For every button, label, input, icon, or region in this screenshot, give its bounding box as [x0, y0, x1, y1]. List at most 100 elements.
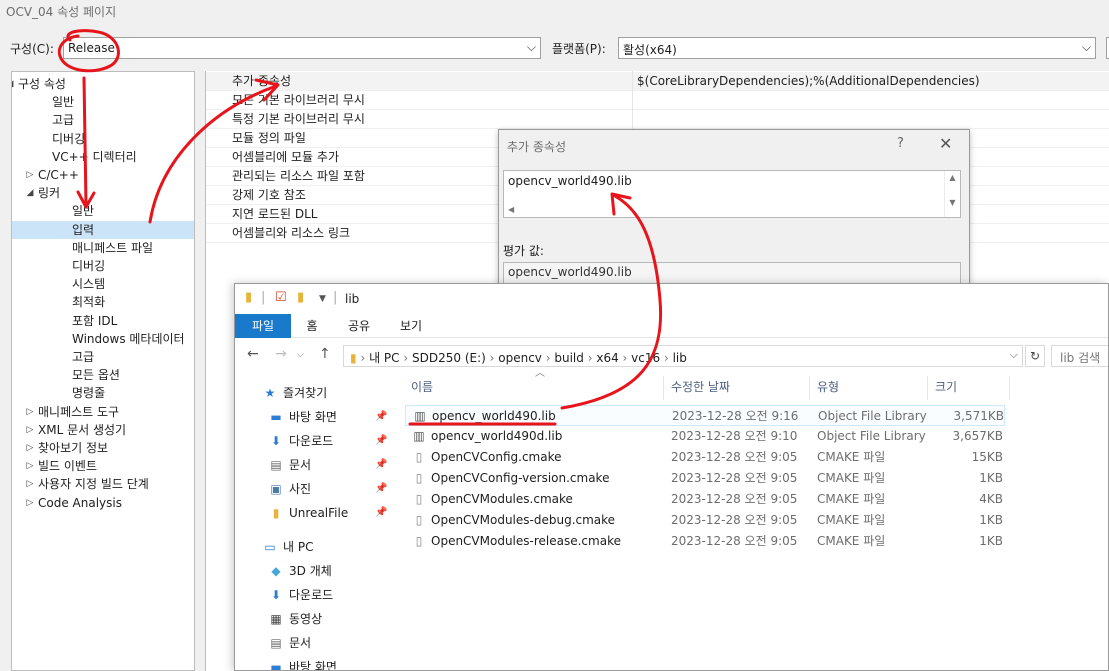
tree-item[interactable]: 매니페스트 파일 [12, 239, 194, 257]
property-row[interactable]: 특정 기본 라이브러리 무시 [206, 110, 1109, 129]
tree-item[interactable]: ▷ 매니페스트 도구 [12, 403, 194, 421]
column-divider[interactable] [663, 376, 664, 400]
collapsed-arrow-icon[interactable]: ▷ [24, 166, 36, 184]
forward-icon[interactable]: → [275, 346, 287, 362]
tree-item[interactable]: 고급 [12, 348, 194, 366]
tree-item[interactable]: 디버깅 [12, 130, 194, 148]
address-bar[interactable]: ▮ › 내 PC › SDD250 (E:) › opencv › build … [343, 345, 1023, 367]
tree-item[interactable]: VC++ 디렉터리 [12, 148, 194, 166]
tree-item[interactable]: ▷ 찾아보기 정보 [12, 439, 194, 457]
file-row[interactable]: ▥ opencv_world490d.lib 2023-12-28 오전 9:10 O… [405, 426, 1005, 447]
breadcrumb-item[interactable]: vc16 [631, 351, 660, 365]
collapsed-arrow-icon[interactable]: ▷ [24, 494, 36, 512]
nav-item[interactable]: ◆ 3D 개체 [267, 560, 331, 582]
nav-item[interactable]: ⬇ 다운로드 [267, 584, 333, 606]
nav-item[interactable]: ▣ 사진 [267, 478, 311, 500]
file-row[interactable]: ▯ OpenCVModules.cmake 2023-12-28 오전 9:05 CM… [405, 489, 1005, 510]
breadcrumb-item[interactable]: opencv [498, 351, 542, 365]
tree-item[interactable]: 모든 옵션 [12, 366, 194, 384]
collapsed-arrow-icon[interactable]: ▷ [24, 439, 36, 457]
ribbon-tab-file[interactable]: 파일 [235, 314, 291, 338]
new-folder-icon[interactable]: ▮ [297, 290, 304, 305]
nav-item[interactable]: ★ 즐겨찾기 [261, 382, 328, 404]
tree-item[interactable]: 디버깅 [12, 257, 194, 275]
nav-item[interactable]: ▤ 문서 [267, 632, 311, 654]
breadcrumb-item[interactable]: x64 [596, 351, 618, 365]
recent-locations-icon[interactable]: ⌵ [297, 350, 304, 360]
tree-item[interactable]: ▷ XML 문서 생성기 [12, 421, 194, 439]
tree-item[interactable]: ▷ 빌드 이벤트 [12, 457, 194, 475]
up-icon[interactable]: ↑ [319, 346, 331, 362]
nav-item[interactable]: ▬ 바탕 화면 [267, 406, 337, 428]
column-divider[interactable] [1009, 376, 1010, 400]
tree-item[interactable]: ▷ Code Analysis [12, 494, 194, 512]
customize-dropdown-icon[interactable]: ▼ [319, 294, 326, 304]
tree-item[interactable]: 입력 [12, 220, 194, 239]
breadcrumb-item[interactable]: build [554, 351, 584, 365]
nav-item[interactable]: ▦ 동영상 [267, 608, 322, 630]
collapsed-arrow-icon[interactable]: ▷ [24, 457, 36, 475]
collapsed-arrow-icon[interactable]: ▷ [24, 403, 36, 421]
pin-icon[interactable]: 📌 [375, 507, 387, 518]
nav-item[interactable]: ▭ 내 PC [261, 536, 313, 558]
config-combo[interactable]: Release ⌵ [63, 37, 541, 59]
nav-item[interactable]: ▬ 바탕 화면 [267, 656, 337, 670]
collapsed-arrow-icon[interactable]: ▷ [24, 421, 36, 439]
tree-item[interactable]: 명령줄 [12, 384, 194, 402]
file-row[interactable]: ▯ OpenCVModules-debug.cmake 2023-12-28 오전 … [405, 510, 1005, 531]
tree-item[interactable]: 일반 [12, 202, 194, 220]
chevron-down-icon[interactable]: ⌵ [1010, 348, 1018, 362]
nav-item[interactable]: ▤ 문서 [267, 454, 311, 476]
file-row[interactable]: ▯ OpenCVModules-release.cmake 2023-12-28 오… [405, 531, 1005, 552]
nav-item[interactable]: ▮ UnrealFile [267, 502, 349, 524]
file-row[interactable]: ▯ OpenCVConfig-version.cmake 2023-12-28 오전… [405, 468, 1005, 489]
search-input[interactable]: lib 검색 [1051, 345, 1108, 367]
tree-item[interactable]: ◢구성 속성 [12, 75, 194, 93]
column-header-name[interactable]: 이름 [411, 378, 433, 395]
tree-item[interactable]: 일반 [12, 93, 194, 111]
tree-item[interactable]: 최적화 [12, 293, 194, 311]
collapsed-arrow-icon[interactable]: ▷ [24, 475, 36, 493]
pin-icon[interactable]: 📌 [375, 459, 387, 470]
pin-icon[interactable]: 📌 [375, 411, 387, 422]
file-row[interactable]: ▥ opencv_world490.lib 2023-12-28 오전 9:16 Ob… [405, 405, 1005, 426]
dependencies-textarea[interactable]: opencv_world490.lib ▲ ▼ ◀ [503, 170, 961, 218]
back-icon[interactable]: ← [247, 346, 259, 362]
tree-item[interactable]: ▷ 사용자 지정 빌드 단계 [12, 475, 194, 493]
tree-item[interactable]: 시스템 [12, 275, 194, 293]
tree-item[interactable]: 고급 [12, 111, 194, 129]
pin-icon[interactable]: 📌 [375, 435, 387, 446]
ribbon-tab-view[interactable]: 보기 [391, 314, 431, 338]
breadcrumb-item[interactable]: SDD250 (E:) [412, 351, 486, 365]
ribbon-tab-home[interactable]: 홈 [295, 314, 329, 338]
column-header-modified[interactable]: 수정한 날짜 [671, 378, 730, 395]
close-icon[interactable]: ✕ [939, 134, 952, 153]
vertical-scrollbar[interactable]: ▲ ▼ [944, 171, 960, 217]
breadcrumb-item[interactable]: 내 PC [369, 351, 399, 365]
scroll-up-icon[interactable]: ▲ [945, 173, 960, 182]
platform-combo[interactable]: 활성(x64) ⌵ [618, 37, 1096, 59]
breadcrumb-item[interactable]: lib [673, 351, 687, 365]
tree-item[interactable]: ▷ C/C++ [12, 166, 194, 184]
nav-item[interactable]: ⬇ 다운로드 [267, 430, 333, 452]
column-divider[interactable] [809, 376, 810, 400]
refresh-button[interactable]: ↻ [1025, 345, 1045, 367]
help-icon[interactable]: ? [897, 136, 904, 151]
tree-item[interactable]: ◢ 링커 [12, 184, 194, 202]
tree-item[interactable]: Windows 메타데이터 [12, 330, 194, 348]
column-header-type[interactable]: 유형 [817, 378, 839, 395]
file-row[interactable]: ▯ OpenCVConfig.cmake 2023-12-28 오전 9:05 CMA… [405, 447, 1005, 468]
scroll-left-icon[interactable]: ◀ [508, 205, 514, 214]
property-row[interactable]: 추가 종속성 $(CoreLibraryDependencies);%(Addit… [206, 72, 1109, 91]
expanded-arrow-icon[interactable]: ◢ [24, 184, 36, 202]
column-divider[interactable] [927, 376, 928, 400]
expanded-arrow-icon[interactable]: ◢ [12, 75, 16, 93]
tree-item[interactable]: 포함 IDL [12, 312, 194, 330]
property-value[interactable]: $(CoreLibraryDependencies);%(AdditionalD… [637, 72, 980, 91]
horizontal-scrollbar[interactable]: ◀ [504, 203, 944, 217]
pin-icon[interactable]: 📌 [375, 483, 387, 494]
scroll-down-icon[interactable]: ▼ [945, 198, 960, 207]
properties-icon[interactable]: ☑ [275, 290, 287, 305]
column-header-size[interactable]: 크기 [935, 378, 957, 395]
property-row[interactable]: 모든 기본 라이브러리 무시 [206, 91, 1109, 110]
